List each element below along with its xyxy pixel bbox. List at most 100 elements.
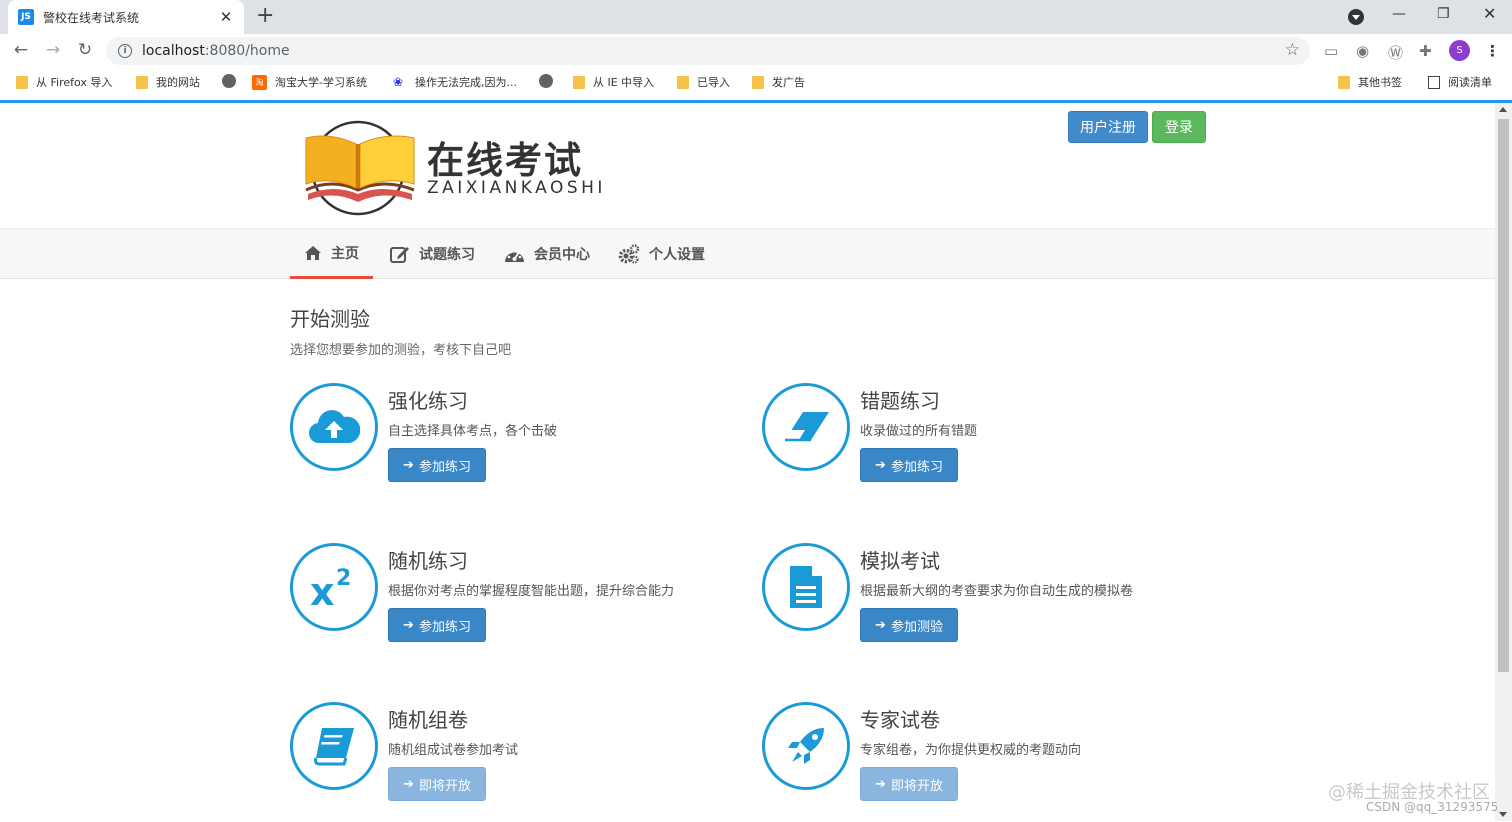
back-button[interactable]: ← — [10, 40, 32, 60]
bookmark-item[interactable] — [222, 74, 244, 88]
button-label: 即将开放 — [418, 778, 471, 794]
site-info-icon[interactable]: i — [118, 44, 132, 58]
folder-icon — [1338, 75, 1350, 89]
bookmark-label: 我的网站 — [156, 76, 200, 89]
logo-subtitle: ZAIXIANKAOSHI — [427, 178, 606, 198]
nav-item-home[interactable]: 主页 — [290, 229, 373, 279]
tab-search-icon[interactable] — [1348, 9, 1364, 25]
reload-button[interactable]: ↻ — [74, 40, 96, 60]
bookmark-label: 已导入 — [697, 76, 730, 89]
url-host: localhost — [142, 43, 205, 59]
superscript-icon: x 2 — [310, 566, 351, 609]
bookmark-star-icon[interactable]: ☆ — [1285, 40, 1300, 60]
quiz-card-mock-exam: 模拟考试 根据最新大纲的考查要求为你自动生成的模拟卷 ➔ 参加测验 — [762, 543, 1182, 663]
reading-list-label: 阅读清单 — [1448, 76, 1492, 89]
arrow-right-icon: ➔ — [875, 776, 886, 792]
arrow-right-icon: ➔ — [403, 776, 414, 792]
button-label: 参加测验 — [890, 619, 943, 635]
card-description: 自主选择具体考点，各个击破 — [388, 424, 558, 439]
quiz-card-random-paper: 随机组卷 随机组成试卷参加考试 ➔ 即将开放 — [290, 702, 710, 822]
document-icon — [790, 566, 822, 608]
url-path: :8080/home — [204, 43, 290, 59]
button-label: 即将开放 — [890, 778, 943, 794]
coming-soon-button[interactable]: ➔ 即将开放 — [388, 767, 486, 801]
button-label: 参加练习 — [418, 619, 471, 635]
camera-icon[interactable]: ◉ — [1356, 42, 1369, 60]
watermark-csdn: CSDN @qq_31293575 — [1366, 800, 1499, 814]
bookmark-item[interactable]: 已导入 — [677, 74, 730, 90]
bookmark-item[interactable]: 发广告 — [752, 74, 805, 90]
page-scrollbar[interactable] — [1495, 103, 1512, 821]
nav-label: 试题练习 — [419, 247, 475, 263]
bookmark-item[interactable]: 我的网站 — [136, 74, 200, 90]
bookmark-item[interactable]: ❀ 操作无法完成,因为... — [393, 74, 517, 90]
forward-button[interactable]: → — [42, 40, 64, 60]
card-description: 根据最新大纲的考查要求为你自动生成的模拟卷 — [860, 584, 1134, 599]
quiz-card-expert-paper: 专家试卷 专家组卷，为你提供更权威的考题动向 ➔ 即将开放 — [762, 702, 1182, 822]
bookmark-item[interactable]: 从 Firefox 导入 — [16, 74, 112, 90]
profile-avatar[interactable]: S — [1449, 40, 1470, 61]
join-practice-button[interactable]: ➔ 参加练习 — [388, 448, 486, 482]
minimize-button[interactable]: — — [1392, 6, 1406, 22]
bookmark-label: 淘宝大学-学习系统 — [275, 76, 367, 89]
section-title: 开始测验 — [290, 307, 370, 331]
cloud-upload-icon — [309, 410, 360, 444]
quiz-card-intensive: 强化练习 自主选择具体考点，各个击破 ➔ 参加练习 — [290, 383, 710, 503]
tab-close-icon[interactable]: ✕ — [218, 8, 234, 26]
card-description: 根据你对考点的掌握程度智能出题，提升综合能力 — [388, 584, 675, 599]
browser-toolbar: ← → ↻ i localhost:8080/home ☆ ▭ ◉ Ⓦ ✚ ⋮ — [0, 34, 1512, 68]
other-bookmarks[interactable]: 其他书签 — [1338, 74, 1402, 90]
scrollbar-thumb[interactable] — [1498, 119, 1509, 672]
reading-list[interactable]: 阅读清单 — [1428, 74, 1492, 90]
browser-tab[interactable]: JS 警校在线考试系统 ✕ — [8, 0, 244, 34]
card-title: 错题练习 — [860, 389, 940, 413]
login-button[interactable]: 登录 — [1152, 111, 1206, 143]
folder-icon — [16, 75, 28, 89]
scroll-down-arrow-icon[interactable] — [1499, 812, 1507, 817]
nav-label: 个人设置 — [649, 247, 705, 263]
other-bookmarks-label: 其他书签 — [1358, 76, 1402, 89]
bookmark-item[interactable]: 淘 淘宝大学-学习系统 — [252, 74, 367, 90]
close-window-button[interactable]: ✕ — [1483, 4, 1496, 23]
browser-tabstrip: JS 警校在线考试系统 ✕ + — ❐ ✕ — [0, 0, 1512, 34]
arrow-right-icon: ➔ — [403, 457, 414, 473]
home-icon — [305, 245, 321, 260]
register-button[interactable]: 用户注册 — [1068, 111, 1148, 143]
coming-soon-button[interactable]: ➔ 即将开放 — [860, 767, 958, 801]
book-icon — [314, 728, 354, 766]
join-practice-button[interactable]: ➔ 参加练习 — [860, 448, 958, 482]
page-top-border — [0, 100, 1512, 103]
card-title: 随机组卷 — [388, 708, 468, 732]
eraser-icon — [785, 412, 829, 442]
extensions-icon[interactable]: ✚ — [1419, 42, 1432, 60]
card-title: 模拟考试 — [860, 549, 940, 573]
new-tab-button[interactable]: + — [256, 4, 274, 28]
bookmark-item[interactable]: 从 IE 中导入 — [573, 74, 654, 90]
js-favicon-icon: JS — [18, 9, 34, 25]
main-nav: 主页 试题练习 会员中心 个人设置 — [0, 228, 1495, 279]
bookmark-item[interactable] — [539, 74, 561, 88]
globe-icon — [539, 74, 553, 88]
cast-icon[interactable]: ▭ — [1324, 42, 1338, 60]
svg-text:2: 2 — [336, 566, 351, 591]
folder-icon — [136, 75, 148, 89]
bookmarks-bar: 从 Firefox 导入 我的网站 淘 淘宝大学-学习系统 ❀ 操作无法完成,因… — [0, 68, 1512, 100]
bookmark-label: 发广告 — [772, 76, 805, 89]
w-extension-icon[interactable]: Ⓦ — [1388, 42, 1403, 63]
card-title: 随机练习 — [388, 549, 468, 573]
baidu-paw-icon: ❀ — [393, 75, 404, 89]
restore-button[interactable]: ❐ — [1437, 6, 1450, 22]
nav-item-settings[interactable]: 个人设置 — [618, 229, 705, 279]
site-logo[interactable]: 在线考试 ZAIXIANKAOSHI — [300, 118, 610, 218]
globe-icon — [222, 74, 236, 88]
folder-icon — [677, 75, 689, 89]
scroll-up-arrow-icon[interactable] — [1499, 107, 1507, 112]
join-practice-button[interactable]: ➔ 参加练习 — [388, 608, 486, 642]
card-icon-circle — [762, 383, 850, 471]
button-label: 参加练习 — [418, 459, 471, 475]
join-exam-button[interactable]: ➔ 参加测验 — [860, 608, 958, 642]
nav-item-practice[interactable]: 试题练习 — [390, 229, 475, 279]
address-bar[interactable]: i localhost:8080/home ☆ — [106, 37, 1310, 65]
browser-menu-icon[interactable]: ⋮ — [1485, 42, 1500, 60]
nav-item-member[interactable]: 会员中心 — [504, 229, 590, 279]
